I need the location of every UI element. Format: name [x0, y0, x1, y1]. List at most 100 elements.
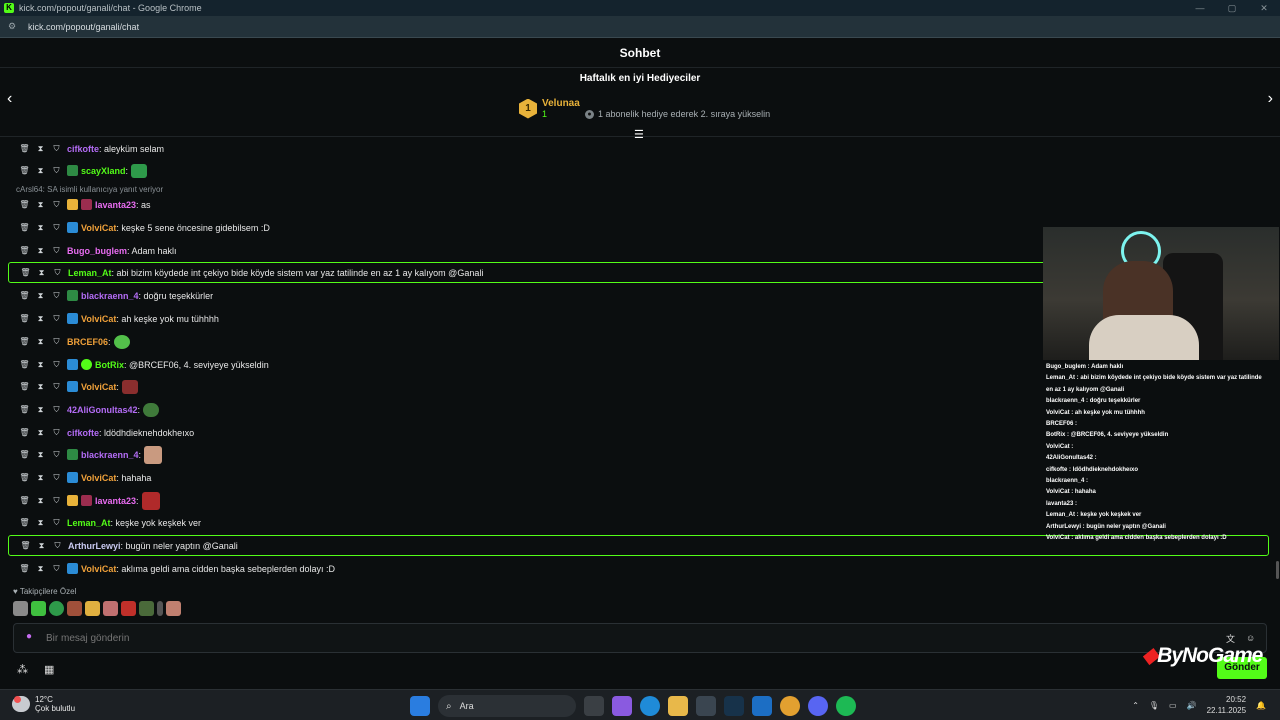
delete-icon[interactable]: 🗑 [18, 360, 31, 369]
ban-icon[interactable]: ⛉ [50, 166, 63, 176]
timeout-icon[interactable]: ⧗ [34, 314, 47, 324]
username[interactable]: lavanta23 [95, 200, 136, 210]
maximize-button[interactable]: ▢ [1216, 0, 1248, 16]
username[interactable]: scayXland [81, 166, 126, 176]
username[interactable]: blackraenn_4 [81, 450, 139, 460]
ban-icon[interactable]: ⛉ [51, 268, 64, 278]
delete-icon[interactable]: 🗑 [18, 450, 31, 459]
address-bar[interactable]: ⚙ kick.com/popout/ganali/chat [0, 16, 1280, 38]
chat-message[interactable]: 🗑 ⧗ ⛉ lavanta23: as [8, 194, 1269, 215]
timeout-icon[interactable]: ⧗ [34, 223, 47, 233]
username[interactable]: cifkofte [67, 428, 99, 438]
delete-icon[interactable]: 🗑 [18, 564, 31, 573]
message-input-box[interactable]: ● 文 ☺ [13, 623, 1267, 653]
windows-start-icon[interactable] [410, 696, 430, 716]
username[interactable]: cifkofte [67, 144, 99, 154]
store-icon[interactable] [696, 696, 716, 716]
delete-icon[interactable]: 🗑 [18, 337, 31, 346]
site-info-icon[interactable]: ⚙ [8, 21, 22, 32]
close-button[interactable]: ✕ [1248, 0, 1280, 16]
username[interactable]: ArthurLewyi [68, 541, 121, 551]
timeout-icon[interactable]: ⧗ [34, 200, 47, 210]
delete-icon[interactable]: 🗑 [18, 246, 31, 255]
ban-icon[interactable]: ⛉ [50, 450, 63, 460]
message-input[interactable] [46, 632, 1226, 644]
discord-icon[interactable] [808, 696, 828, 716]
frog-emote-icon[interactable] [139, 601, 154, 616]
username[interactable]: VolviCat [81, 314, 116, 324]
edge-icon[interactable] [640, 696, 660, 716]
outlook-icon[interactable] [752, 696, 772, 716]
orb-emote-icon[interactable] [49, 601, 64, 616]
ban-icon[interactable]: ⛉ [50, 564, 63, 574]
chevron-up-icon[interactable]: ⌃ [1132, 701, 1139, 710]
timeout-icon[interactable]: ⧗ [34, 382, 47, 392]
points-icon[interactable]: ⁂ [17, 663, 28, 676]
username[interactable]: VolviCat [81, 223, 116, 233]
timeout-icon[interactable]: ⧗ [35, 268, 48, 278]
ban-icon[interactable]: ⛉ [50, 428, 63, 438]
delete-icon[interactable]: 🗑 [18, 223, 31, 232]
timeout-icon[interactable]: ⧗ [34, 496, 47, 506]
ban-icon[interactable]: ⛉ [50, 291, 63, 301]
delete-icon[interactable]: 🗑 [18, 428, 31, 437]
steam-icon[interactable] [724, 696, 744, 716]
face-emote-icon[interactable] [67, 601, 82, 616]
face-emote-icon[interactable] [103, 601, 118, 616]
username[interactable]: Leman_At [68, 268, 112, 278]
timeout-icon[interactable]: ⧗ [34, 246, 47, 256]
username[interactable]: BRCEF06 [67, 337, 108, 347]
timeout-icon[interactable]: ⧗ [34, 166, 47, 176]
task-view-icon[interactable] [584, 696, 604, 716]
username[interactable]: VolviCat [81, 382, 116, 392]
timeout-icon[interactable]: ⧗ [34, 564, 47, 574]
timeout-icon[interactable]: ⧗ [34, 291, 47, 301]
chat-message[interactable]: 🗑 ⧗ ⛉ cifkofte: aleyküm selam [8, 138, 1269, 159]
timeout-icon[interactable]: ⧗ [34, 473, 47, 483]
ban-icon[interactable]: ⛉ [51, 541, 64, 551]
chevron-right-icon[interactable]: › [1268, 90, 1273, 108]
stick-emote-icon[interactable] [157, 601, 163, 616]
angry-emote-icon[interactable] [121, 601, 136, 616]
timeout-icon[interactable]: ⧗ [35, 541, 48, 551]
network-icon[interactable]: ▭ [1169, 701, 1177, 710]
username[interactable]: 42AliGonultas42 [67, 405, 138, 415]
heart-emote-icon[interactable] [85, 601, 100, 616]
chat-message[interactable]: 🗑 ⧗ ⛉ scayXland: [8, 160, 1269, 181]
timeout-icon[interactable]: ⧗ [34, 337, 47, 347]
store-icon[interactable]: ▦ [44, 663, 54, 676]
ban-icon[interactable]: ⛉ [50, 314, 63, 324]
chevron-left-icon[interactable]: ‹ [7, 90, 12, 108]
microphone-icon[interactable]: 🎙 [1149, 701, 1159, 710]
delete-icon[interactable]: 🗑 [18, 382, 31, 391]
copilot-icon[interactable] [612, 696, 632, 716]
ban-icon[interactable]: ⛉ [50, 337, 63, 347]
minimize-button[interactable]: — [1184, 0, 1216, 16]
weather-widget[interactable]: 12°C Çok bulutlu [12, 695, 75, 713]
ban-icon[interactable]: ⛉ [50, 144, 63, 154]
timeout-icon[interactable]: ⧗ [34, 405, 47, 415]
timeout-icon[interactable]: ⧗ [34, 360, 47, 370]
username[interactable]: VolviCat [81, 564, 116, 574]
ban-icon[interactable]: ⛉ [50, 518, 63, 528]
timeout-icon[interactable]: ⧗ [34, 450, 47, 460]
ban-icon[interactable]: ⛉ [50, 382, 63, 392]
chat-emote-icon[interactable] [31, 601, 46, 616]
delete-icon[interactable]: 🗑 [18, 314, 31, 323]
timeout-icon[interactable]: ⧗ [34, 144, 47, 154]
ban-icon[interactable]: ⛉ [50, 496, 63, 506]
chat-message[interactable]: 🗑 ⧗ ⛉ VolviCat: aklıma geldi ama cidden ba… [8, 558, 1269, 579]
timeout-icon[interactable]: ⧗ [34, 428, 47, 438]
username[interactable]: BotRix [95, 360, 124, 370]
username[interactable]: VolviCat [81, 473, 116, 483]
username[interactable]: Leman_At [67, 518, 111, 528]
chat-scrollbar[interactable] [1276, 561, 1279, 579]
ban-icon[interactable]: ⛉ [50, 200, 63, 210]
url-text[interactable]: kick.com/popout/ganali/chat [28, 22, 139, 32]
hand-emote-icon[interactable] [166, 601, 181, 616]
ban-icon[interactable]: ⛉ [50, 223, 63, 233]
ban-icon[interactable]: ⛉ [50, 405, 63, 415]
delete-icon[interactable]: 🗑 [18, 200, 31, 209]
ban-icon[interactable]: ⛉ [50, 246, 63, 256]
chrome-icon[interactable] [780, 696, 800, 716]
